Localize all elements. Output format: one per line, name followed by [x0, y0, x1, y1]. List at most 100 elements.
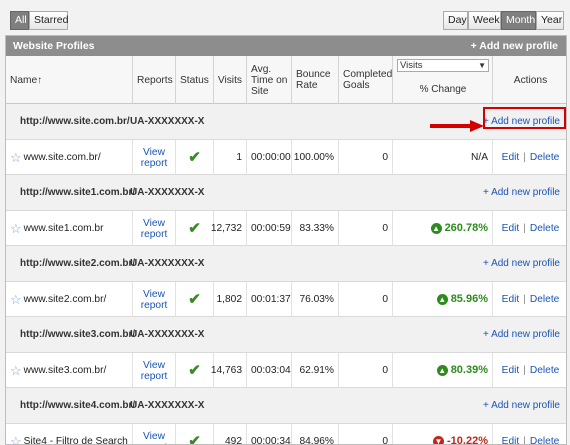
add-new-profile-link[interactable]: + Add new profile: [483, 187, 560, 198]
add-new-profile-link[interactable]: + Add new profile: [483, 258, 560, 269]
checkmark-icon: ✔: [188, 362, 201, 379]
status-cell: ✔: [175, 140, 213, 175]
edit-link[interactable]: Edit: [502, 223, 520, 234]
visits-cell: 1: [213, 140, 246, 175]
profile-name[interactable]: www.site3.com.br/: [24, 365, 107, 376]
bounce-cell: 62.91%: [291, 353, 338, 388]
red-arrow-icon: [430, 120, 484, 132]
reports-cell: View report: [132, 424, 175, 445]
change-cell: ▲ 80.39%: [392, 353, 492, 388]
checkmark-icon: ✔: [188, 433, 201, 445]
star-icon[interactable]: ☆: [10, 222, 22, 235]
col-goals-header[interactable]: Completed Goals: [338, 56, 392, 104]
edit-link[interactable]: Edit: [502, 436, 520, 444]
bounce-cell: 100.00%: [291, 140, 338, 175]
reports-cell: View report: [132, 140, 175, 175]
col-bounce-label: Bounce Rate: [296, 69, 331, 91]
status-cell: ✔: [175, 211, 213, 246]
profile-row: ☆ www.site2.com.br/ View report ✔ 1,802 …: [6, 282, 566, 317]
goals-value: 0: [382, 152, 388, 163]
delete-link[interactable]: Delete: [530, 223, 559, 234]
add-new-profile-header-link[interactable]: + Add new profile: [471, 36, 558, 56]
add-new-profile-link[interactable]: + Add new profile: [483, 329, 560, 340]
filter-all-button[interactable]: All: [10, 11, 29, 30]
filter-starred-button[interactable]: Starred: [29, 11, 68, 30]
profile-name[interactable]: www.site1.com.br: [24, 223, 104, 234]
time-value: 00:00:59: [251, 223, 291, 234]
col-bounce-header[interactable]: Bounce Rate: [291, 56, 338, 104]
visits-cell: 14,763: [210, 353, 246, 388]
actions-cell: Edit | Delete: [492, 140, 566, 175]
arrow-up-circle-icon: ▲: [436, 365, 448, 376]
top-toolbar: All Starred Day Week Month Year: [0, 0, 570, 36]
checkmark-icon: ✔: [188, 149, 201, 166]
account-ua: UA-XXXXXXX-X: [130, 116, 205, 127]
edit-link[interactable]: Edit: [502, 365, 520, 376]
arrow-up-circle-icon: ▲: [436, 294, 448, 305]
checkmark-icon: ✔: [188, 291, 201, 308]
time-value: 00:00:34: [251, 436, 291, 445]
goals-value: 0: [382, 365, 388, 376]
change-indicator: ▲ 85.96%: [436, 293, 488, 305]
col-name-header[interactable]: Name↑: [6, 56, 132, 104]
account-ua: UA-XXXXXXX-X: [130, 400, 205, 411]
star-icon[interactable]: ☆: [10, 293, 22, 306]
goals-cell: 0: [338, 211, 392, 246]
delete-link[interactable]: Delete: [530, 436, 559, 444]
status-cell: ✔: [175, 282, 213, 317]
star-icon[interactable]: ☆: [10, 151, 22, 164]
delete-link[interactable]: Delete: [530, 365, 559, 376]
actions-cell: Edit | Delete: [492, 211, 566, 246]
account-url: http://www.site2.com.br/: [20, 258, 136, 269]
period-week-button[interactable]: Week: [468, 11, 501, 30]
period-day-button[interactable]: Day: [443, 11, 468, 30]
add-new-profile-link[interactable]: + Add new profile: [483, 400, 560, 411]
bounce-value: 62.91%: [299, 365, 334, 376]
col-status-label: Status: [180, 74, 209, 86]
status-cell: ✔: [175, 424, 213, 445]
reports-cell: View report: [132, 282, 175, 317]
delete-link[interactable]: Delete: [530, 152, 559, 163]
account-ua: UA-XXXXXXX-X: [130, 258, 205, 269]
profile-name[interactable]: Site4 - Filtro de Search: [24, 436, 128, 444]
edit-link[interactable]: Edit: [502, 294, 520, 305]
change-value: -10.22%: [447, 435, 488, 445]
status-cell: ✔: [175, 353, 213, 388]
visits-value: 14,763: [210, 365, 242, 376]
time-cell: 00:03:04: [246, 353, 291, 388]
profile-name[interactable]: www.site.com.br/: [24, 152, 101, 163]
period-year-button[interactable]: Year: [536, 11, 564, 30]
account-url: http://www.site1.com.br/: [20, 187, 136, 198]
delete-link[interactable]: Delete: [530, 294, 559, 305]
account-ua: UA-XXXXXXX-X: [130, 329, 205, 340]
view-report-link[interactable]: View report: [133, 218, 175, 240]
account-url: http://www.site.com.br/: [20, 116, 130, 127]
change-value: 80.39%: [450, 364, 488, 376]
change-value: 260.78%: [444, 222, 488, 234]
view-report-link[interactable]: View report: [133, 147, 175, 169]
goals-cell: 0: [338, 282, 392, 317]
period-month-button[interactable]: Month: [501, 11, 536, 30]
time-cell: 00:01:37: [246, 282, 291, 317]
bounce-value: 83.33%: [299, 223, 334, 234]
col-visits-header[interactable]: Visits: [213, 56, 246, 104]
star-icon[interactable]: ☆: [10, 435, 22, 444]
star-icon[interactable]: ☆: [10, 364, 22, 377]
view-report-link[interactable]: View report: [133, 289, 175, 311]
change-indicator: ▲ 260.78%: [430, 222, 488, 234]
actions-cell: Edit | Delete: [492, 353, 566, 388]
change-value: 85.96%: [450, 293, 488, 305]
bounce-cell: 84.96%: [291, 424, 338, 444]
col-avg-time-header[interactable]: Avg. Time on Site: [246, 56, 291, 104]
view-report-link[interactable]: View report: [133, 360, 175, 382]
change-indicator: ▲ 80.39%: [436, 364, 488, 376]
highlight-box: [483, 107, 566, 129]
metric-select[interactable]: Visits ▼: [397, 59, 489, 72]
goals-cell: 0: [338, 140, 392, 175]
view-report-link[interactable]: View report: [133, 431, 175, 445]
edit-link[interactable]: Edit: [502, 152, 520, 163]
action-separator: |: [523, 365, 526, 376]
table-header: Name↑ Reports Status Visits Avg. Time on…: [6, 56, 566, 104]
profile-name[interactable]: www.site2.com.br/: [24, 294, 107, 305]
time-cell: 00:00:34: [246, 424, 291, 445]
